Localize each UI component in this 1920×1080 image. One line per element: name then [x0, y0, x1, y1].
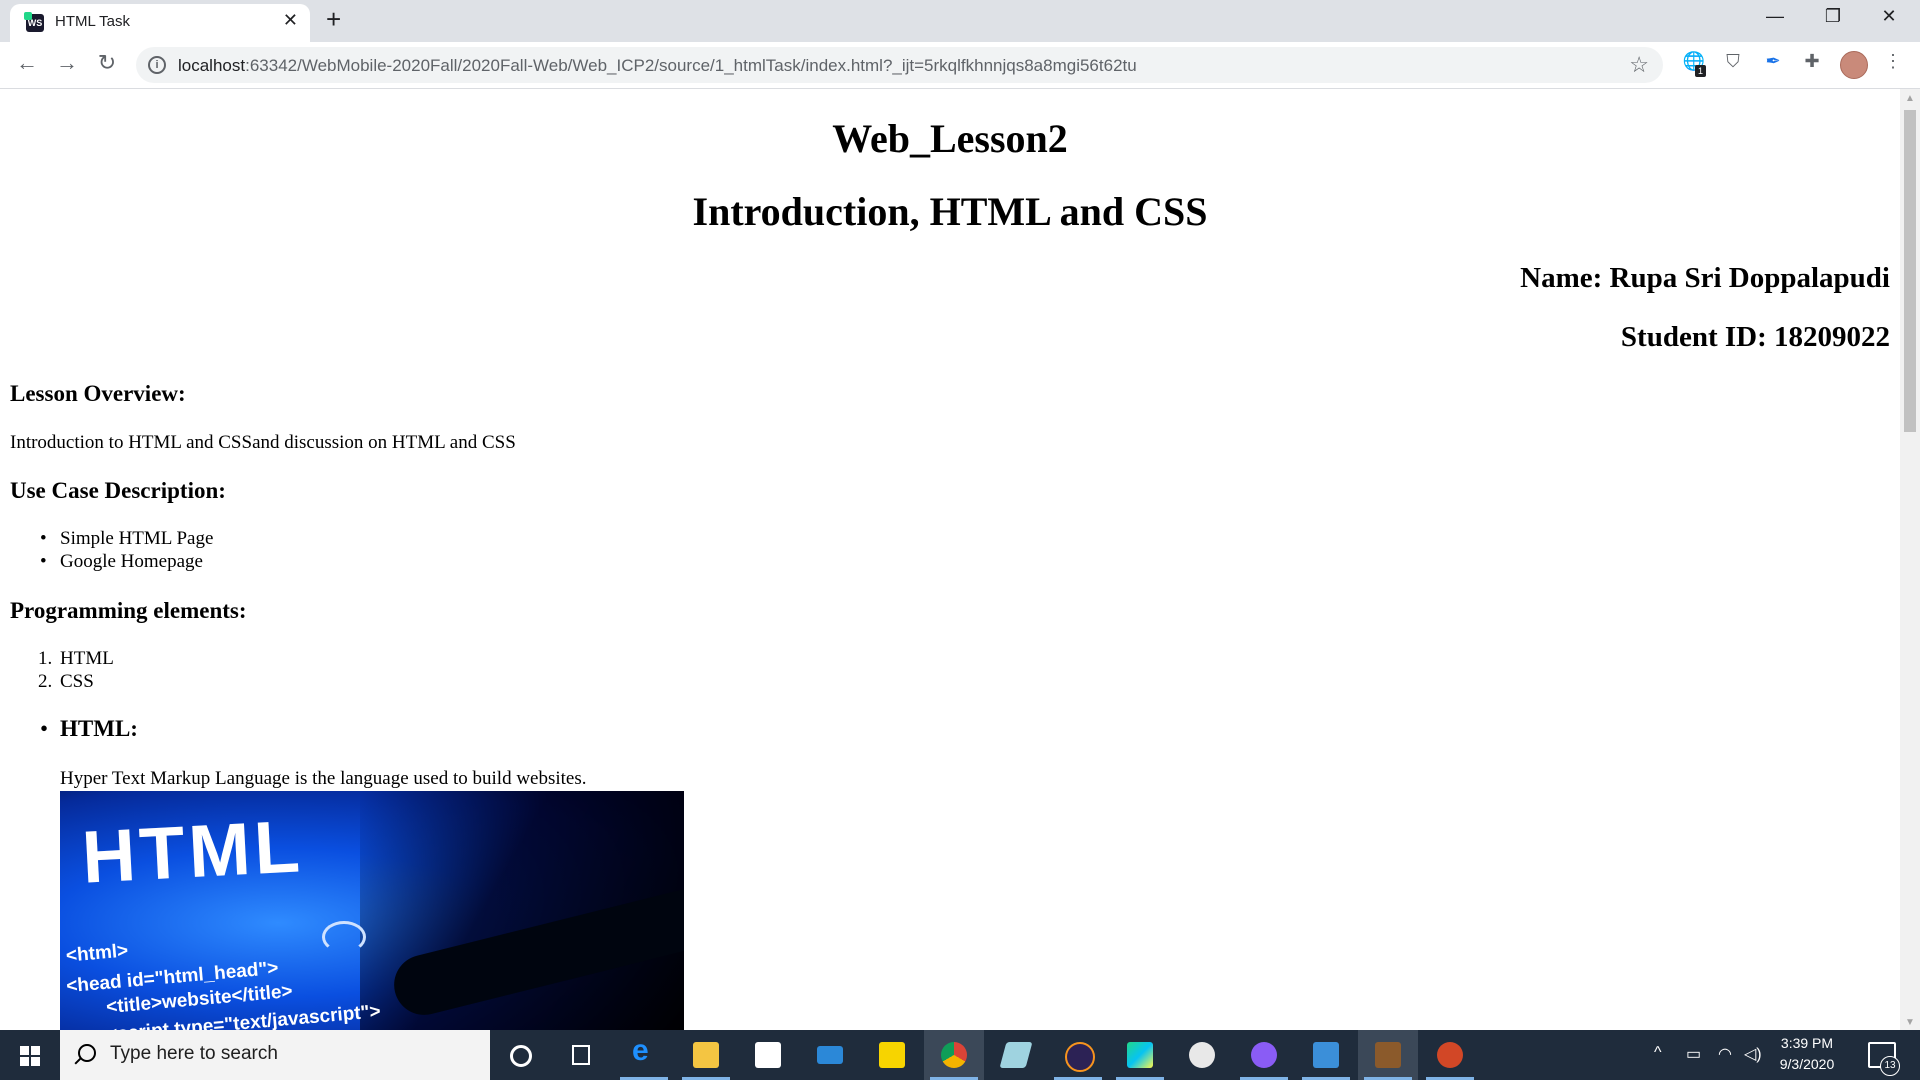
programming-item: CSS	[60, 671, 94, 692]
address-bar[interactable]: i localhost:63342/WebMobile-2020Fall/202…	[136, 47, 1663, 83]
edge-icon[interactable]: e	[614, 1030, 674, 1080]
profile-avatar[interactable]	[1840, 51, 1868, 79]
page-scrollbar[interactable]: ▲ ▼	[1900, 89, 1920, 1030]
notes-app-icon[interactable]	[986, 1030, 1046, 1080]
browser-toolbar: ← → ↻ i localhost:63342/WebMobile-2020Fa…	[0, 42, 1920, 89]
image-html-text: HTML	[79, 804, 306, 899]
bookmark-star-icon[interactable]: ☆	[1629, 52, 1649, 78]
list-number: 1.	[38, 648, 53, 669]
page-title: Web_Lesson2	[832, 116, 1068, 161]
clock-time[interactable]: 3:39 PM	[1768, 1035, 1846, 1051]
bullet-icon: •	[40, 551, 47, 572]
student-name: Name: Rupa Sri Doppalapudi	[1520, 262, 1890, 294]
store-icon[interactable]	[738, 1030, 798, 1080]
puzzle-icon[interactable]: ✚	[1799, 51, 1825, 77]
tab-title: HTML Task	[55, 13, 131, 30]
info-icon[interactable]: i	[148, 56, 166, 74]
battery-icon[interactable]: ▭	[1686, 1044, 1701, 1064]
feather-icon[interactable]: ✒	[1760, 51, 1786, 77]
overview-text: Introduction to HTML and CSSand discussi…	[10, 432, 516, 453]
photos-icon[interactable]	[1296, 1030, 1356, 1080]
tray-chevron-icon[interactable]: ^	[1654, 1044, 1662, 1062]
programming-item: HTML	[60, 648, 114, 669]
mail-icon[interactable]	[800, 1030, 860, 1080]
scroll-thumb[interactable]	[1904, 110, 1916, 432]
programming-heading: Programming elements:	[10, 598, 247, 623]
html-heading: HTML:	[60, 716, 138, 741]
usecase-item: Google Homepage	[60, 551, 203, 572]
task-view-icon[interactable]	[550, 1030, 610, 1080]
forward-icon[interactable]: →	[52, 50, 82, 76]
close-window-button[interactable]: ✕	[1866, 6, 1912, 27]
tab-strip: WS HTML Task ✕ + — ❐ ✕	[0, 0, 1920, 42]
volume-icon[interactable]: ◁)	[1744, 1044, 1762, 1064]
paint-icon[interactable]	[1172, 1030, 1232, 1080]
browser-tab[interactable]: WS HTML Task ✕	[10, 4, 310, 42]
search-placeholder: Type here to search	[110, 1043, 278, 1064]
cortana-icon[interactable]	[490, 1030, 550, 1080]
page-content: Web_Lesson2 Introduction, HTML and CSS N…	[0, 89, 1900, 1030]
usecase-heading: Use Case Description:	[10, 478, 226, 503]
minimize-button[interactable]: —	[1752, 6, 1798, 27]
list-number: 2.	[38, 671, 53, 692]
notification-count: 13	[1880, 1056, 1900, 1076]
html-description: Hyper Text Markup Language is the langua…	[60, 768, 587, 789]
webstorm-icon[interactable]	[1110, 1030, 1170, 1080]
usecase-item: Simple HTML Page	[60, 528, 214, 549]
maximize-button[interactable]: ❐	[1810, 6, 1856, 27]
image-code-line: <html>	[65, 940, 130, 967]
minecraft-icon[interactable]	[1358, 1030, 1418, 1080]
html-illustration-image: HTML <html> <head id="html_head"> <title…	[60, 791, 684, 1030]
github-icon[interactable]	[1234, 1030, 1294, 1080]
url-text[interactable]: localhost:63342/WebMobile-2020Fall/2020F…	[178, 56, 1137, 76]
new-tab-button[interactable]: +	[326, 4, 341, 35]
eclipse-icon[interactable]	[1048, 1030, 1108, 1080]
powerpoint-icon[interactable]	[1420, 1030, 1480, 1080]
scroll-down-icon[interactable]: ▼	[1900, 1017, 1920, 1028]
webstorm-favicon-icon: WS	[24, 12, 44, 32]
extension-globe-icon[interactable]: 🌐 1	[1681, 51, 1707, 77]
wifi-icon[interactable]: ◠	[1718, 1044, 1732, 1064]
menu-icon[interactable]: ⋮	[1880, 51, 1906, 77]
tab-close-icon[interactable]: ✕	[283, 10, 298, 31]
extension-badge: 1	[1695, 65, 1707, 77]
reload-icon[interactable]: ↻	[92, 50, 122, 76]
clock-date[interactable]: 9/3/2020	[1768, 1056, 1846, 1072]
shield-icon[interactable]: ⛉	[1720, 51, 1746, 77]
back-icon[interactable]: ←	[12, 50, 42, 76]
taskbar-search-box[interactable]: Type here to search	[60, 1030, 490, 1080]
overview-heading: Lesson Overview:	[10, 381, 186, 406]
windows-logo-icon	[20, 1046, 40, 1066]
page-subtitle: Introduction, HTML and CSS	[692, 189, 1208, 234]
file-explorer-icon[interactable]	[676, 1030, 736, 1080]
student-id: Student ID: 18209022	[1620, 321, 1890, 353]
sticky-notes-icon[interactable]	[862, 1030, 922, 1080]
chrome-icon[interactable]	[924, 1030, 984, 1080]
bullet-icon: •	[40, 716, 49, 741]
scroll-up-icon[interactable]: ▲	[1900, 93, 1920, 104]
bullet-icon: •	[40, 528, 47, 549]
start-button[interactable]	[0, 1030, 60, 1080]
search-icon	[78, 1044, 96, 1062]
windows-taskbar: Type here to search e ^ ▭ ◠ ◁) 3:39 PM 9…	[0, 1030, 1920, 1080]
